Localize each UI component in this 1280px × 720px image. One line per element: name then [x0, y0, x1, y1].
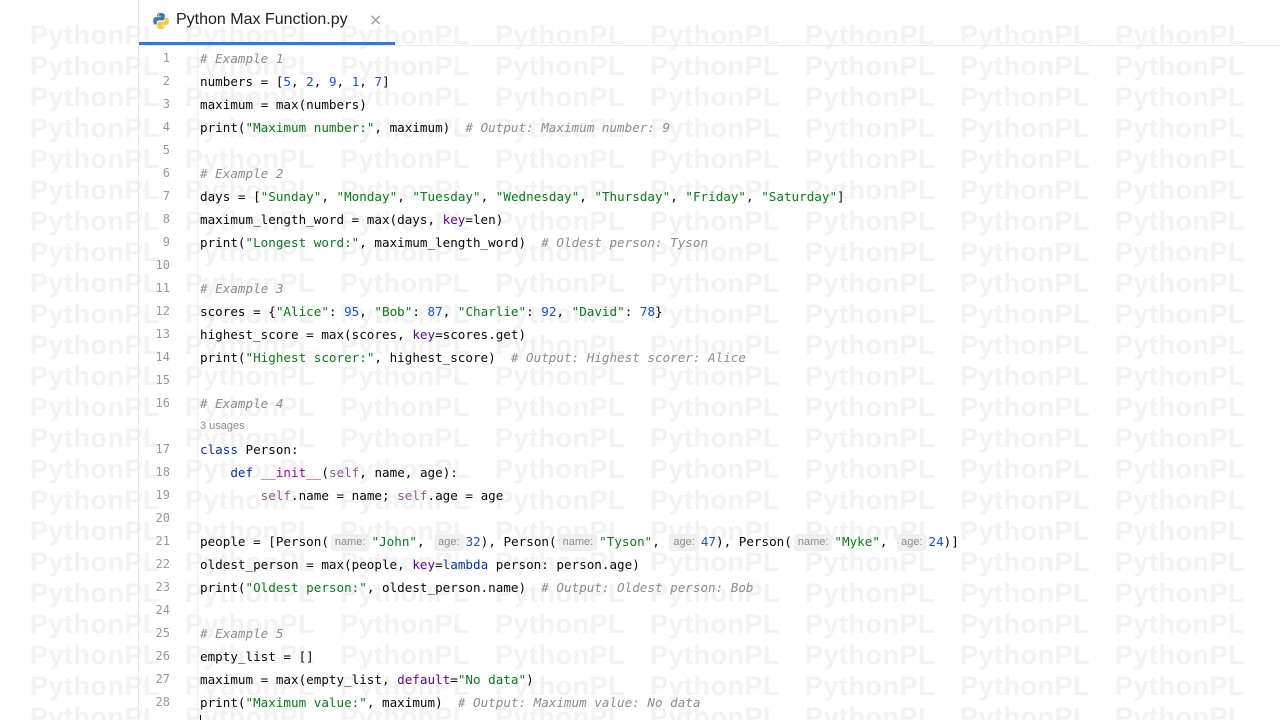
line-number: 17 — [155, 442, 170, 456]
code-line: 15 — [0, 369, 1280, 392]
code-text: highest_score = max(scores, key=scores.g… — [200, 327, 527, 342]
code-line: 22 oldest_person = max(people, key=lambd… — [0, 553, 1280, 576]
line-number: 4 — [162, 120, 170, 134]
code-line: 24 — [0, 599, 1280, 622]
line-number: 5 — [162, 143, 170, 157]
code-text: self.name = name; self.age = age — [260, 488, 504, 503]
line-number: 6 — [162, 166, 170, 180]
code-line: 16 # Example 4 — [0, 392, 1280, 415]
code-line: 3 maximum = max(numbers) — [0, 93, 1280, 116]
line-number: 14 — [155, 350, 170, 364]
code-line: 2 numbers = [5, 2, 9, 1, 7] — [0, 70, 1280, 93]
code-line: 23 print("Oldest person:", oldest_person… — [0, 576, 1280, 599]
code-line: 13 highest_score = max(scores, key=score… — [0, 323, 1280, 346]
code-line: 19 self.name = name; self.age = age — [0, 484, 1280, 507]
line-number: 26 — [155, 649, 170, 663]
code-text: # Example 3 — [200, 281, 284, 296]
line-number: 28 — [155, 695, 170, 709]
line-number: 27 — [155, 672, 170, 686]
usages-hint[interactable]: 3 usages — [200, 415, 245, 438]
code-text: def __init__(self, name, age): — [230, 465, 458, 480]
code-text: numbers = [5, 2, 9, 1, 7] — [200, 74, 390, 89]
line-number: 12 — [155, 304, 170, 318]
usages-hint-line: 3 usages — [0, 415, 1280, 438]
code-text: class Person: — [200, 442, 299, 457]
line-number: 2 — [162, 74, 170, 88]
code-line: 27 maximum = max(empty_list, default="No… — [0, 668, 1280, 691]
code-line: 5 — [0, 139, 1280, 162]
line-number: 16 — [155, 396, 170, 410]
code-line: 26 empty_list = [] — [0, 645, 1280, 668]
code-line: 12 scores = {"Alice": 95, "Bob": 87, "Ch… — [0, 300, 1280, 323]
line-number: 20 — [155, 511, 170, 525]
line-number: 25 — [155, 626, 170, 640]
text-cursor — [200, 715, 201, 720]
line-number: 21 — [155, 534, 170, 548]
code-line: 20 — [0, 507, 1280, 530]
line-number: 23 — [155, 580, 170, 594]
code-text: print("Highest scorer:", highest_score) … — [200, 350, 746, 365]
code-text: print("Maximum number:", maximum) # Outp… — [200, 120, 671, 135]
line-number: 18 — [155, 465, 170, 479]
active-tab-indicator — [139, 42, 395, 45]
line-number: 10 — [155, 258, 170, 272]
code-line: 14 print("Highest scorer:", highest_scor… — [0, 346, 1280, 369]
code-line: 6 # Example 2 — [0, 162, 1280, 185]
code-text: oldest_person = max(people, key=lambda p… — [200, 557, 640, 572]
code-line: 21 people = [Person(name: "John", age: 32)… — [0, 530, 1280, 553]
code-text: print("Oldest person:", oldest_person.na… — [200, 580, 754, 595]
line-number: 3 — [162, 97, 170, 111]
line-number: 9 — [162, 235, 170, 249]
line-number: 8 — [162, 212, 170, 226]
code-text: days = ["Sunday", "Monday", "Tuesday", "… — [200, 189, 845, 204]
code-text: people = [Person(name: "John", age: 32), P… — [200, 534, 959, 551]
code-text: scores = {"Alice": 95, "Bob": 87, "Charl… — [200, 304, 663, 319]
code-text: maximum = max(empty_list, default="No da… — [200, 672, 534, 687]
code-line: 4 print("Maximum number:", maximum) # Ou… — [0, 116, 1280, 139]
line-number: 19 — [155, 488, 170, 502]
code-line: 17 class Person: — [0, 438, 1280, 461]
code-line: 7 days = ["Sunday", "Monday", "Tuesday",… — [0, 185, 1280, 208]
line-number: 13 — [155, 327, 170, 341]
code-line: 10 — [0, 254, 1280, 277]
code-text: print("Longest word:", maximum_length_wo… — [200, 235, 709, 250]
code-line: 8 maximum_length_word = max(days, key=le… — [0, 208, 1280, 231]
code-text: maximum_length_word = max(days, key=len) — [200, 212, 504, 227]
line-number: 24 — [155, 603, 170, 617]
code-line: 18 def __init__(self, name, age): — [0, 461, 1280, 484]
code-text: print("Maximum value:", maximum) # Outpu… — [200, 695, 701, 710]
python-icon — [153, 13, 169, 29]
code-text: # Example 5 — [200, 626, 284, 641]
line-number: 1 — [162, 51, 170, 65]
code-text: # Example 2 — [200, 166, 284, 181]
code-line: 11 # Example 3 — [0, 277, 1280, 300]
line-number: 15 — [155, 373, 170, 387]
code-line: 1 # Example 1 — [0, 47, 1280, 70]
code-line: 28 print("Maximum value:", maximum) # Ou… — [0, 691, 1280, 714]
code-text: # Example 4 — [200, 396, 284, 411]
code-text: # Example 1 — [200, 51, 284, 66]
line-number: 11 — [155, 281, 170, 295]
code-line: 25 # Example 5 — [0, 622, 1280, 645]
line-number: 22 — [155, 557, 170, 571]
code-text: empty_list = [] — [200, 649, 314, 664]
close-icon[interactable]: × — [369, 10, 382, 29]
code-text: maximum = max(numbers) — [200, 97, 367, 112]
line-number: 7 — [162, 189, 170, 203]
code-line: 9 print("Longest word:", maximum_length_… — [0, 231, 1280, 254]
tab-title: Python Max Function.py — [176, 11, 348, 28]
